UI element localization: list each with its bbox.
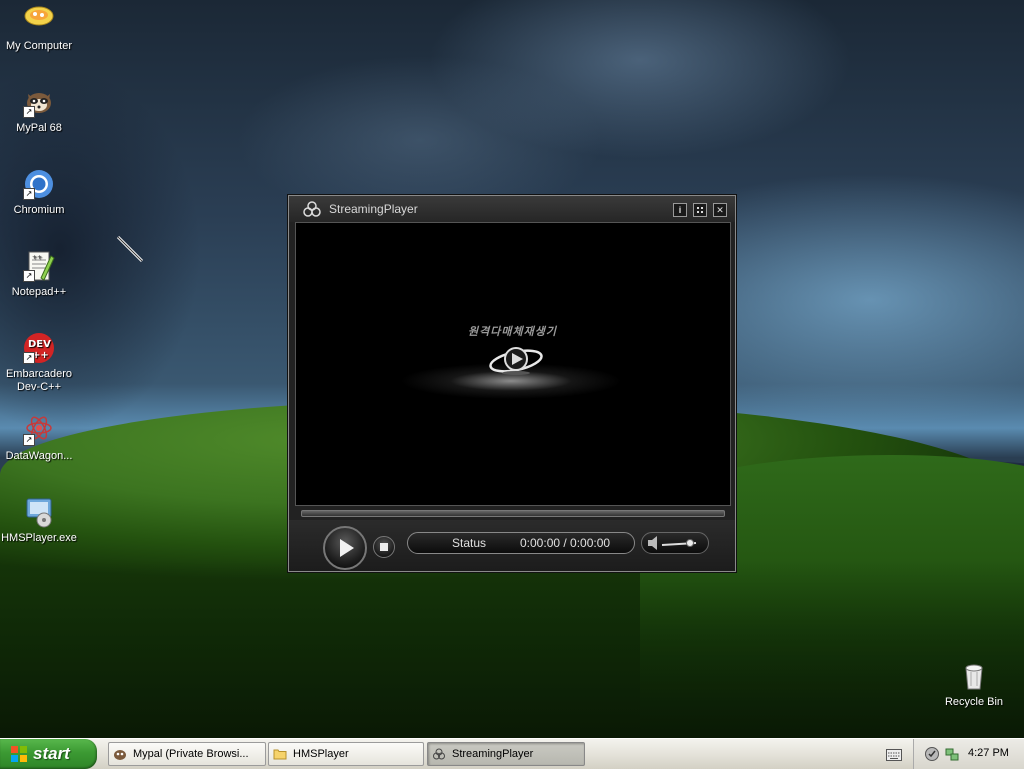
dev-cpp-icon: DEV ++ ↗ <box>23 332 55 364</box>
taskbar-button-label: HMSPlayer <box>293 748 349 760</box>
taskbar-button-mypal[interactable]: Mypal (Private Browsi... <box>108 742 266 766</box>
cursor-pen-icon <box>114 234 146 266</box>
stop-button[interactable] <box>373 536 395 558</box>
shortcut-arrow-icon: ↗ <box>23 106 35 118</box>
app-logo-icon <box>303 200 321 218</box>
taskbar-button-streamingplayer[interactable]: StreamingPlayer <box>427 742 585 766</box>
shortcut-arrow-icon: ↗ <box>23 270 35 282</box>
taskbar-button-label: Mypal (Private Browsi... <box>133 748 249 760</box>
desktop-icon-label-line1: Embarcadero <box>5 368 73 380</box>
volume-slider <box>648 536 697 550</box>
desktop-icon-recycle-bin[interactable]: Recycle Bin <box>934 660 1014 709</box>
notepad-plus-plus-icon: ++ ↗ <box>23 250 55 282</box>
system-tray: 4:27 PM <box>913 739 1024 769</box>
status-label: Status <box>452 536 487 550</box>
time-display: 0:00:00 / 0:00:00 <box>520 536 611 550</box>
desktop-icon-label: DataWagon... <box>5 450 73 462</box>
mypal-icon: ↗ <box>23 86 55 118</box>
video-area[interactable]: 원격다매체재생기 <box>295 222 731 506</box>
player-logo-icon <box>486 339 546 379</box>
svg-text:DEV: DEV <box>28 339 51 350</box>
fullscreen-icon <box>697 207 703 213</box>
status-display: Status 0:00:00 / 0:00:00 <box>407 532 635 554</box>
desktop-icon-chromium[interactable]: ↗ Chromium <box>0 168 79 217</box>
play-icon <box>340 539 354 557</box>
folder-icon <box>273 747 287 761</box>
shortcut-arrow-icon: ↗ <box>23 352 35 364</box>
taskbar: start Mypal (Private Browsi... HMSPlayer <box>0 738 1024 769</box>
desktop-icon-label: My Computer <box>5 40 73 52</box>
recycle-bin-icon <box>958 660 990 692</box>
logo-text: 원격다매체재생기 <box>468 326 557 338</box>
mypal-icon <box>113 747 127 761</box>
hmsplayer-icon <box>23 496 55 528</box>
desktop-icon-dev-cpp[interactable]: DEV ++ ↗ Embarcadero Dev-C++ <box>0 332 79 394</box>
chromium-icon: ↗ <box>23 168 55 200</box>
desktop-icon-datawagon[interactable]: ↗ DataWagon... <box>0 414 79 463</box>
desktop-icon-label: Recycle Bin <box>944 696 1004 708</box>
desktop-icon-hmsplayer[interactable]: HMSPlayer.exe <box>0 496 79 545</box>
desktop-icon-label-line2: Dev-C++ <box>16 381 62 393</box>
play-button[interactable] <box>323 526 367 570</box>
clock: 4:27 PM <box>968 747 1009 759</box>
seek-bar[interactable] <box>301 510 725 517</box>
desktop-icon-label: Chromium <box>13 204 65 216</box>
start-label: start <box>33 744 70 763</box>
datawagon-icon: ↗ <box>23 414 55 446</box>
streaming-player-window[interactable]: StreamingPlayer i ✕ 원격다매체재생기 Status 0:00… <box>288 195 736 572</box>
desktop-icon-label: Notepad++ <box>11 286 67 298</box>
desktop: My Computer ↗ MyPal 68 ↗ Chromium ++ ↗ N… <box>0 0 1024 738</box>
taskbar-button-label: StreamingPlayer <box>452 748 534 760</box>
taskbar-button-hmsplayer[interactable]: HMSPlayer <box>268 742 424 766</box>
wallpaper-shadow <box>0 560 1024 738</box>
desktop-icon-notepad-plus-plus[interactable]: ++ ↗ Notepad++ <box>0 250 79 299</box>
info-button[interactable]: i <box>673 203 687 217</box>
window-title: StreamingPlayer <box>329 202 418 216</box>
windows-logo-icon <box>10 745 28 763</box>
controls-bar: Status 0:00:00 / 0:00:00 <box>289 520 735 571</box>
desktop-icon-label: MyPal 68 <box>16 122 62 134</box>
svg-text:++: ++ <box>32 254 42 261</box>
desktop-icon-label: HMSPlayer.exe <box>1 532 77 544</box>
shortcut-arrow-icon: ↗ <box>23 434 35 446</box>
security-shield-icon[interactable] <box>924 746 940 762</box>
speaker-icon <box>648 536 657 550</box>
network-icon[interactable] <box>944 746 960 762</box>
stop-icon <box>380 543 388 551</box>
shortcut-arrow-icon: ↗ <box>23 188 35 200</box>
my-computer-icon <box>23 4 55 36</box>
fullscreen-button[interactable] <box>693 203 707 217</box>
close-button[interactable]: ✕ <box>713 203 727 217</box>
start-button[interactable]: start <box>0 739 97 769</box>
window-titlebar[interactable]: StreamingPlayer i ✕ <box>289 196 735 222</box>
keyboard-icon[interactable] <box>886 748 902 761</box>
desktop-icon-mypal[interactable]: ↗ MyPal 68 <box>0 86 79 135</box>
volume-control[interactable] <box>641 532 709 554</box>
desktop-icon-my-computer[interactable]: My Computer <box>0 4 79 53</box>
streamingplayer-icon <box>432 747 446 761</box>
